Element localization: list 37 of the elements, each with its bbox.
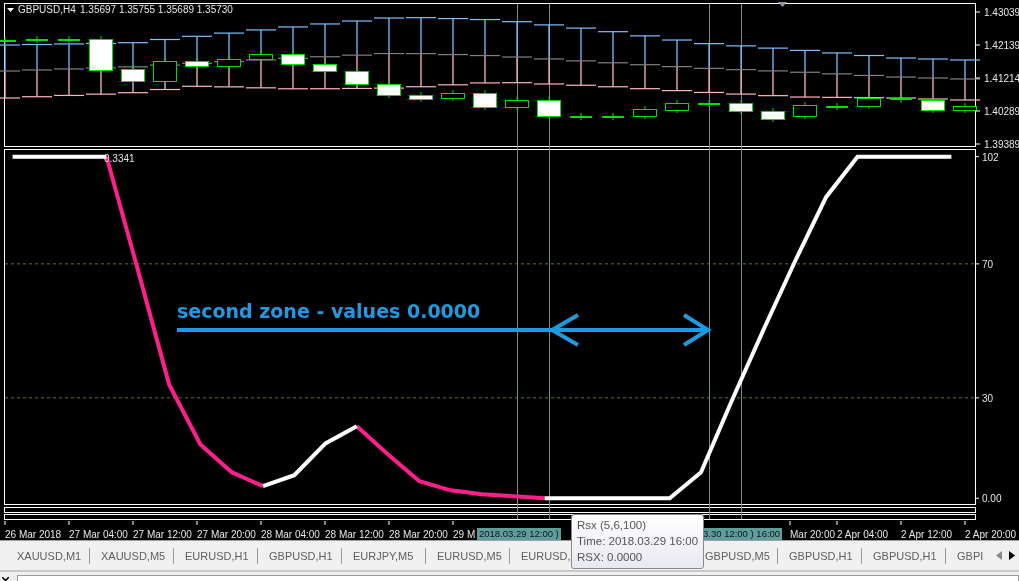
time-label: 27 Mar 12:00 xyxy=(133,529,192,540)
chart-tab[interactable]: GBPI xyxy=(946,547,990,564)
crosshair-time-label: 2018.03.29 12:00 ) xyxy=(477,528,561,540)
time-label: 2 Apr 12:00 xyxy=(901,529,953,540)
annotation-text: second zone - values 0.0000 xyxy=(177,300,481,322)
time-label: 27 Mar 04:00 xyxy=(69,529,128,540)
tooltip-line: Time: 2018.03.29 16:00 xyxy=(577,534,699,549)
price-label: 1.42139 xyxy=(984,40,1019,51)
price-label: 1.39389 xyxy=(984,139,1019,150)
axis-label: 0.00 xyxy=(982,493,1002,505)
chart-tab[interactable]: GBPUSD,H1 xyxy=(862,547,946,564)
time-label: 27 Mar 20:00 xyxy=(197,529,256,540)
tooltip-line: Rsx (5,6,100) xyxy=(577,518,647,533)
ohlc-values: 1.35697 1.35755 1.35689 1.35730 xyxy=(80,4,233,15)
time-label: 28 Mar 04:00 xyxy=(261,529,320,540)
chart-tab[interactable]: EURJPY,M5 xyxy=(342,547,426,564)
time-label: 26 Mar 2018 xyxy=(5,529,62,540)
axis-label: 102 xyxy=(982,151,999,163)
time-label: 28 Mar 20:00 xyxy=(389,529,448,540)
price-label: 1.40289 xyxy=(984,106,1019,117)
chart-tab[interactable]: GBPUSD,H1 xyxy=(778,547,862,564)
axis-label: 70 xyxy=(982,258,994,270)
chart-tab[interactable]: EURUSD,H1 xyxy=(174,547,258,564)
chart-tab[interactable]: XAUUSD,M1 xyxy=(6,547,90,564)
chart-tab[interactable]: XAUUSD,M5 xyxy=(90,547,174,564)
chart-tab[interactable]: EURUSD,M5 xyxy=(426,547,510,564)
axis-label: 30 xyxy=(982,392,994,404)
price-label: 1.41214 xyxy=(984,73,1019,84)
time-label: 29 M xyxy=(453,529,476,540)
time-label: 28 Mar 12:00 xyxy=(325,529,384,540)
time-label: 2 Apr 04:00 xyxy=(837,529,889,540)
time-label: 2 Apr 20:00 xyxy=(965,529,1017,540)
chart-tab[interactable]: GBPUSD,H1 xyxy=(258,547,342,564)
crosshair-time-label: 3.30 12:00 ) 16:00 xyxy=(701,528,783,540)
price-label: 1.43039 xyxy=(984,7,1019,18)
time-label: Mar 20:00 xyxy=(790,529,836,540)
chart-symbol: GBPUSD,H4 xyxy=(18,4,76,15)
